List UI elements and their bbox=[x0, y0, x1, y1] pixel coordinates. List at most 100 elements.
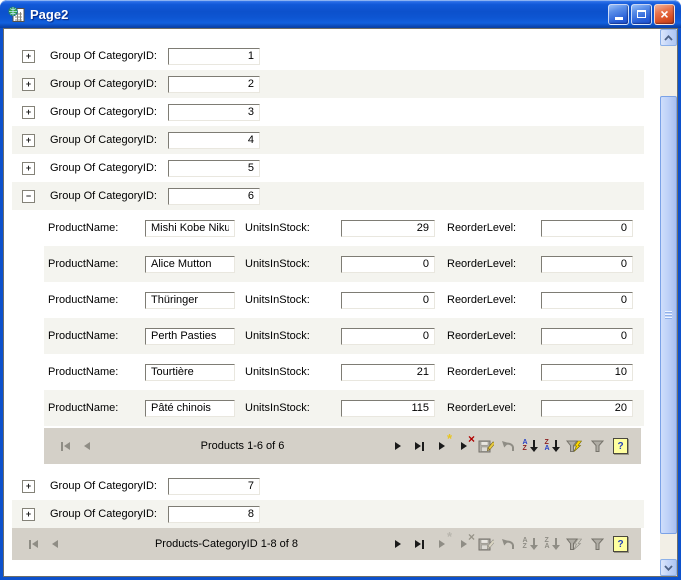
product-name-field[interactable] bbox=[145, 328, 235, 345]
page-record-navigation: Products-CategoryID 1-8 of 8 * × bbox=[12, 528, 641, 560]
sort-az-icon: AZ bbox=[522, 538, 527, 550]
category-id-field[interactable] bbox=[168, 478, 260, 495]
reorder-level-field[interactable] bbox=[541, 292, 633, 309]
first-record-button[interactable] bbox=[57, 438, 73, 454]
previous-record-button[interactable] bbox=[47, 536, 63, 552]
group-label: Group Of CategoryID: bbox=[50, 190, 168, 202]
sort-za-icon: ZA bbox=[544, 440, 549, 452]
expand-plus-icon[interactable]: + bbox=[22, 134, 35, 147]
filter-by-selection-button[interactable] bbox=[566, 438, 583, 454]
category-id-field[interactable] bbox=[168, 76, 260, 93]
data-access-page-body: + Group Of CategoryID: + Group Of Catego… bbox=[4, 29, 660, 576]
vertical-scrollbar[interactable] bbox=[660, 29, 677, 576]
expand-plus-icon[interactable]: + bbox=[22, 162, 35, 175]
sort-ascending-button[interactable]: AZ bbox=[522, 438, 538, 454]
group-row: + Group Of CategoryID: bbox=[12, 126, 644, 154]
category-id-field[interactable] bbox=[168, 132, 260, 149]
product-row: ProductName: UnitsInStock: ReorderLevel: bbox=[44, 282, 644, 318]
filter-lightning-icon bbox=[566, 440, 583, 453]
units-in-stock-label: UnitsInStock: bbox=[245, 330, 341, 342]
group-row: + Group Of CategoryID: bbox=[12, 42, 644, 70]
product-name-field[interactable] bbox=[145, 364, 235, 381]
last-record-button[interactable] bbox=[412, 438, 428, 454]
scrollbar-thumb[interactable] bbox=[660, 96, 677, 534]
product-name-label: ProductName: bbox=[48, 294, 145, 306]
down-arrow-icon bbox=[530, 440, 538, 452]
record-nav-caption: Products-CategoryID 1-8 of 8 bbox=[66, 538, 387, 550]
product-name-label: ProductName: bbox=[48, 258, 145, 270]
help-button[interactable]: ? bbox=[613, 438, 628, 454]
undo-button[interactable] bbox=[500, 438, 516, 454]
units-in-stock-field[interactable] bbox=[341, 292, 435, 309]
reorder-level-field[interactable] bbox=[541, 256, 633, 273]
data-access-page-icon bbox=[8, 6, 25, 23]
undo-arrow-icon bbox=[501, 538, 516, 551]
category-id-field[interactable] bbox=[168, 506, 260, 523]
save-record-button[interactable] bbox=[478, 536, 494, 552]
filter-by-selection-button[interactable] bbox=[566, 536, 583, 552]
expand-plus-icon[interactable]: + bbox=[22, 480, 35, 493]
title-bar[interactable]: Page2 × bbox=[0, 0, 681, 28]
product-name-field[interactable] bbox=[145, 220, 235, 237]
collapse-minus-icon[interactable]: − bbox=[22, 190, 35, 203]
category-id-field[interactable] bbox=[168, 160, 260, 177]
delete-record-button[interactable]: × bbox=[456, 536, 472, 552]
units-in-stock-label: UnitsInStock: bbox=[245, 294, 341, 306]
group-label: Group Of CategoryID: bbox=[50, 106, 168, 118]
sort-az-icon: AZ bbox=[522, 440, 527, 452]
sort-descending-button[interactable]: ZA bbox=[544, 438, 560, 454]
undo-button[interactable] bbox=[500, 536, 516, 552]
sort-ascending-button[interactable]: AZ bbox=[522, 536, 538, 552]
next-record-button[interactable] bbox=[390, 536, 406, 552]
group-label: Group Of CategoryID: bbox=[50, 480, 168, 492]
reorder-level-field[interactable] bbox=[541, 220, 633, 237]
scroll-up-button[interactable] bbox=[660, 29, 677, 46]
category-id-field[interactable] bbox=[168, 104, 260, 121]
expand-plus-icon[interactable]: + bbox=[22, 78, 35, 91]
minimize-button[interactable] bbox=[608, 4, 629, 25]
delete-record-button[interactable]: × bbox=[456, 438, 472, 454]
help-button[interactable]: ? bbox=[613, 536, 628, 552]
filter-lightning-icon bbox=[566, 538, 583, 551]
category-id-field[interactable] bbox=[168, 188, 260, 205]
expand-plus-icon[interactable]: + bbox=[22, 508, 35, 521]
reorder-level-field[interactable] bbox=[541, 400, 633, 417]
product-name-field[interactable] bbox=[145, 292, 235, 309]
sort-za-icon: ZA bbox=[544, 538, 549, 550]
expand-plus-icon[interactable]: + bbox=[22, 106, 35, 119]
reorder-level-label: ReorderLevel: bbox=[447, 402, 541, 414]
new-record-button[interactable]: * bbox=[434, 438, 450, 454]
scroll-down-button[interactable] bbox=[660, 559, 677, 576]
first-record-button[interactable] bbox=[25, 536, 41, 552]
page-client-area: + Group Of CategoryID: + Group Of Catego… bbox=[3, 28, 678, 577]
spacer bbox=[4, 464, 660, 472]
units-in-stock-field[interactable] bbox=[341, 220, 435, 237]
next-record-button[interactable] bbox=[390, 438, 406, 454]
product-name-label: ProductName: bbox=[48, 402, 145, 414]
product-name-label: ProductName: bbox=[48, 222, 145, 234]
sort-descending-button[interactable]: ZA bbox=[544, 536, 560, 552]
reorder-level-field[interactable] bbox=[541, 364, 633, 381]
units-in-stock-field[interactable] bbox=[341, 400, 435, 417]
product-name-field[interactable] bbox=[145, 256, 235, 273]
close-button[interactable]: × bbox=[654, 4, 675, 25]
save-record-button[interactable] bbox=[478, 438, 494, 454]
expand-plus-icon[interactable]: + bbox=[22, 50, 35, 63]
reorder-level-label: ReorderLevel: bbox=[447, 330, 541, 342]
maximize-button[interactable] bbox=[631, 4, 652, 25]
last-record-button[interactable] bbox=[412, 536, 428, 552]
save-floppy-icon bbox=[478, 439, 494, 454]
filter-toggle-button[interactable] bbox=[589, 438, 605, 454]
previous-record-button[interactable] bbox=[79, 438, 95, 454]
units-in-stock-field[interactable] bbox=[341, 364, 435, 381]
filter-toggle-button[interactable] bbox=[589, 536, 605, 552]
new-record-button[interactable]: * bbox=[434, 536, 450, 552]
save-floppy-icon bbox=[478, 537, 494, 552]
units-in-stock-field[interactable] bbox=[341, 256, 435, 273]
new-record-star-icon: * bbox=[447, 529, 452, 544]
units-in-stock-field[interactable] bbox=[341, 328, 435, 345]
category-id-field[interactable] bbox=[168, 48, 260, 65]
reorder-level-field[interactable] bbox=[541, 328, 633, 345]
group-label: Group Of CategoryID: bbox=[50, 50, 168, 62]
product-name-field[interactable] bbox=[145, 400, 235, 417]
